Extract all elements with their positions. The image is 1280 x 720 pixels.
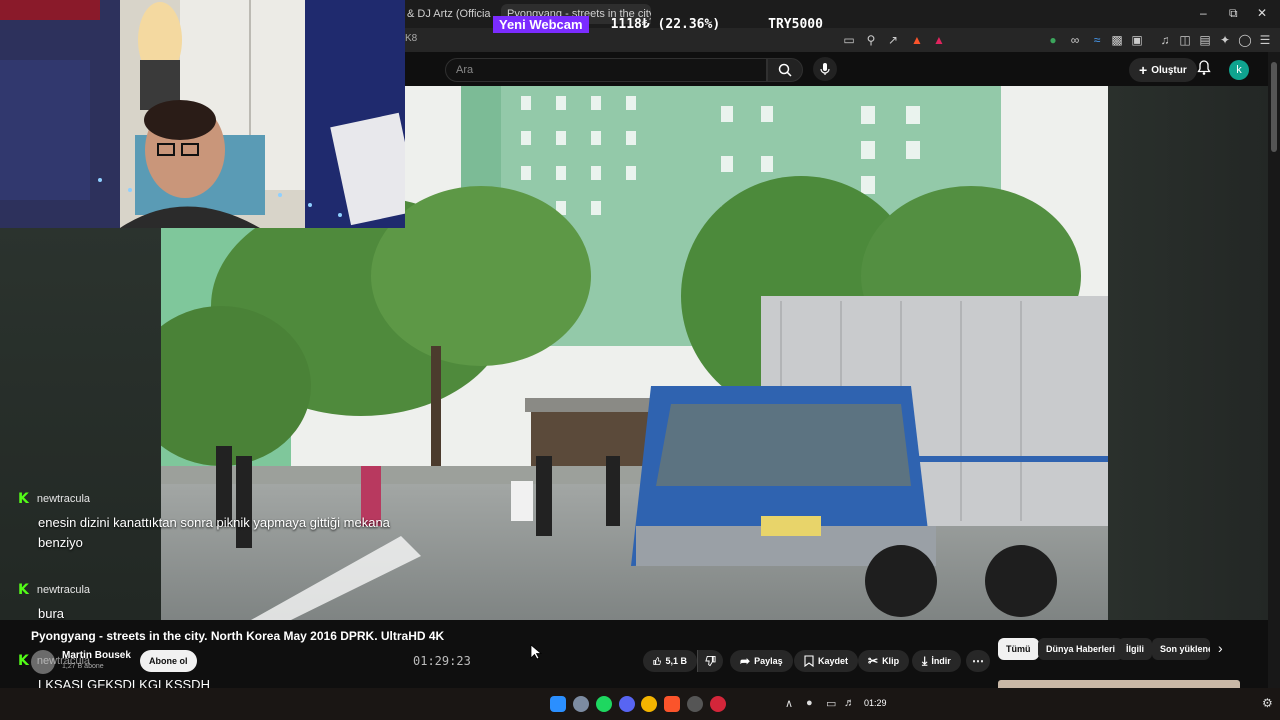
- subscribe-button[interactable]: Abone ol: [140, 650, 197, 672]
- kick-icon: K: [18, 491, 29, 507]
- create-label: Oluştur: [1151, 64, 1187, 76]
- spotify-icon[interactable]: [596, 696, 612, 712]
- page-background-right: [1108, 86, 1268, 620]
- download-label: İndir: [931, 656, 951, 666]
- youtube-header: + Oluştur k: [405, 52, 1280, 86]
- music-icon[interactable]: ♫: [1157, 32, 1173, 48]
- extension-shield-icon[interactable]: ●: [1045, 32, 1061, 48]
- more-actions-button[interactable]: ⋯: [966, 650, 990, 672]
- taskbar-clock[interactable]: 01:29: [864, 698, 887, 708]
- create-button[interactable]: + Oluştur: [1129, 58, 1197, 82]
- donation-stat: 1118₺ (22.36%): [610, 16, 721, 32]
- browser-tab[interactable]: & DJ Artz (Official Vid: [407, 4, 491, 24]
- notifications-button[interactable]: [1197, 60, 1211, 76]
- thumbs-down-icon: [705, 655, 716, 667]
- page-scrollbar[interactable]: [1268, 52, 1280, 688]
- extensions-icon[interactable]: ▩: [1109, 32, 1125, 48]
- discord-icon[interactable]: [619, 696, 635, 712]
- brave-icon[interactable]: [664, 696, 680, 712]
- extension-wave-icon[interactable]: ≈: [1089, 32, 1105, 48]
- download-icon: ⤓: [922, 653, 928, 668]
- app-red-icon[interactable]: [710, 696, 726, 712]
- share-label: Paylaş: [754, 656, 783, 666]
- webcam-frame: [0, 0, 405, 228]
- cast-icon[interactable]: ▭: [841, 32, 857, 48]
- mouse-cursor-icon: [530, 644, 542, 660]
- voice-search-button[interactable]: [813, 57, 837, 81]
- donation-overlay: Yeni Webcam 1118₺ (22.36%) TRY5000: [493, 14, 823, 34]
- thumbs-up-icon: [653, 656, 662, 665]
- chat-panel: [0, 228, 161, 620]
- windows-start-icon[interactable]: [550, 696, 566, 712]
- streamer-webcam: [0, 0, 405, 228]
- chat-username: K newtracula: [18, 582, 90, 598]
- zoom-icon[interactable]: ⚲: [863, 32, 879, 48]
- windows-taskbar: ∧ ● ▭ ♬ 01:29 ⚙: [0, 688, 1280, 720]
- obs-icon[interactable]: [687, 696, 703, 712]
- save-label: Kaydet: [818, 656, 849, 666]
- chip-recently-uploaded[interactable]: Son yüklenen: [1152, 638, 1210, 660]
- bookmark-icon: [804, 655, 814, 667]
- overlay-label: Yeni Webcam: [493, 15, 589, 33]
- video-info-bar: Pyongyang - streets in the city. North K…: [0, 620, 1268, 692]
- plus-icon: +: [1139, 62, 1148, 78]
- kick-icon: K: [18, 582, 29, 598]
- like-count: 5,1 B: [665, 656, 687, 666]
- brave-rewards-icon[interactable]: ▲: [931, 32, 947, 48]
- microphone-tray-icon[interactable]: ●: [806, 697, 813, 709]
- download-button[interactable]: ⤓ İndir: [912, 650, 961, 672]
- recommended-thumbnail[interactable]: [998, 680, 1240, 688]
- clip-button[interactable]: ✂ Klip: [858, 650, 910, 672]
- vpn-icon[interactable]: ◯: [1237, 32, 1253, 48]
- scrollbar-thumb[interactable]: [1271, 62, 1277, 152]
- sidebar-icon[interactable]: ◫: [1177, 32, 1193, 48]
- search-button[interactable]: [767, 58, 803, 82]
- chat-username: K newtracula: [18, 491, 90, 507]
- settings-gear-icon[interactable]: ⚙: [1262, 696, 1273, 710]
- chat-username-text: newtracula: [36, 584, 91, 596]
- video-title: Pyongyang - streets in the city. North K…: [31, 629, 445, 643]
- screenshot-icon[interactable]: ▣: [1129, 32, 1145, 48]
- chip-world-news[interactable]: Dünya Haberleri: [1038, 638, 1124, 660]
- share-button[interactable]: ➦ Paylaş: [730, 650, 793, 672]
- brave-shield-icon[interactable]: ▲: [909, 32, 925, 48]
- donation-goal: TRY5000: [768, 16, 823, 32]
- scissors-icon: ✂: [868, 654, 879, 668]
- more-icon: ⋯: [972, 654, 984, 668]
- app-icon[interactable]: [573, 696, 589, 712]
- display-tray-icon[interactable]: ▭: [826, 697, 836, 710]
- leo-ai-icon[interactable]: ✦: [1217, 32, 1233, 48]
- extension-glasses-icon[interactable]: ∞: [1067, 32, 1083, 48]
- chrome-icon[interactable]: [641, 696, 657, 712]
- dislike-button[interactable]: [697, 650, 723, 672]
- volume-icon[interactable]: ♬: [844, 697, 855, 709]
- search-input[interactable]: [445, 58, 767, 82]
- bell-icon: [1197, 60, 1211, 75]
- microphone-icon: [820, 63, 830, 75]
- share-page-icon[interactable]: ↗: [885, 32, 901, 48]
- menu-icon[interactable]: ☰: [1257, 32, 1273, 48]
- chat-username: K newtracula: [18, 653, 90, 669]
- url-text[interactable]: K8: [405, 33, 417, 44]
- chip-all[interactable]: Tümü: [998, 638, 1039, 660]
- clip-label: Klip: [882, 656, 900, 666]
- chip-related[interactable]: İlgili: [1118, 638, 1152, 660]
- kick-icon: K: [18, 653, 29, 669]
- tray-arrow-icon[interactable]: ∧: [785, 697, 793, 710]
- minimize-icon[interactable]: –: [1200, 6, 1207, 20]
- chat-username-text: newtracula: [36, 493, 91, 505]
- wallet-icon[interactable]: ▤: [1197, 32, 1213, 48]
- chat-username-text: newtracula: [36, 655, 91, 667]
- search-icon: [778, 63, 792, 77]
- close-icon[interactable]: ✕: [1257, 6, 1267, 20]
- save-button[interactable]: Kaydet: [794, 650, 859, 672]
- chevron-right-icon[interactable]: ›: [1218, 640, 1223, 656]
- like-button[interactable]: 5,1 B: [643, 650, 697, 672]
- maximize-icon[interactable]: ⧉: [1229, 6, 1238, 21]
- account-avatar[interactable]: k: [1229, 60, 1249, 80]
- stream-timestamp: 01:29:23: [413, 654, 471, 668]
- chat-message: enesin dizini kanattıktan sonra piknik y…: [38, 515, 390, 550]
- share-icon: ➦: [740, 654, 751, 668]
